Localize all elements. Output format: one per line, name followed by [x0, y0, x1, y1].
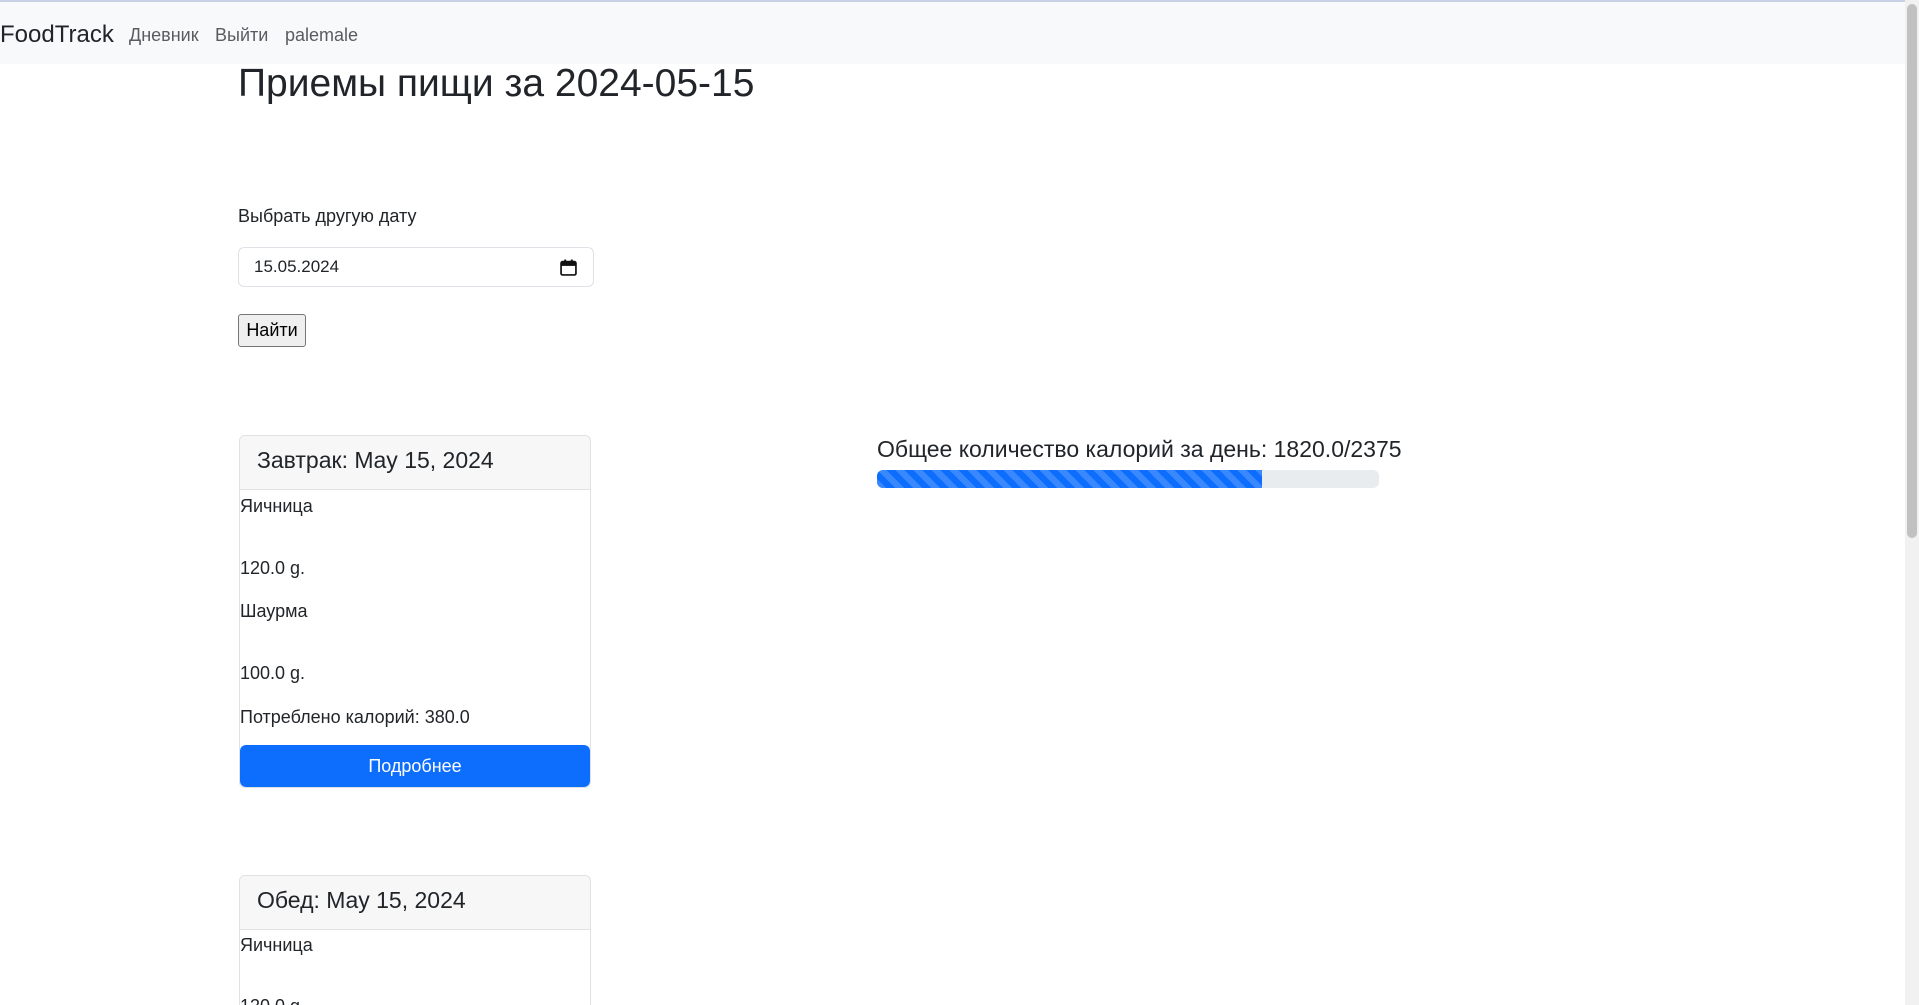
food-item-name: Яичница [240, 935, 313, 955]
meal-card-lunch: Обед: May 15, 2024 Яичница 120.0 g. [239, 875, 591, 1005]
calorie-progress-bar [877, 470, 1262, 488]
meal-card-header: Завтрак: May 15, 2024 [240, 436, 590, 490]
vertical-scrollbar[interactable] [1905, 0, 1919, 1005]
meal-card-breakfast: Завтрак: May 15, 2024 Яичница 120.0 g. Ш… [239, 435, 591, 788]
find-button[interactable]: Найти [238, 314, 306, 347]
page: FoodTrack Дневник Выйти palemale Приемы … [0, 0, 1919, 1005]
food-item-name: Шаурма [240, 601, 308, 621]
nav-link-logout[interactable]: Выйти [215, 24, 268, 46]
details-button[interactable]: Подробнее [240, 745, 590, 787]
calorie-progress [877, 470, 1379, 488]
calendar-icon[interactable] [560, 259, 577, 276]
scrollbar-thumb[interactable] [1907, 4, 1917, 538]
food-item-weight: 120.0 g. [240, 995, 305, 1005]
date-input-value: 15.05.2024 [254, 257, 340, 276]
navbar: FoodTrack Дневник Выйти palemale [0, 2, 1905, 64]
date-picker-label: Выбрать другую дату [238, 206, 417, 226]
food-item-name: Яичница [240, 496, 313, 516]
daily-calories-label: Общее количество калорий за день: 1820.0… [877, 436, 1402, 462]
meal-card-title: Завтрак: May 15, 2024 [257, 447, 494, 473]
nav-link-diary[interactable]: Дневник [129, 24, 199, 46]
brand-link[interactable]: FoodTrack [0, 21, 114, 49]
nav-link-username[interactable]: palemale [285, 24, 358, 46]
date-input[interactable]: 15.05.2024 [238, 247, 594, 287]
page-title: Приемы пищи за 2024-05-15 [238, 62, 755, 105]
food-item-weight: 100.0 g. [240, 663, 306, 683]
meal-card-title: Обед: May 15, 2024 [257, 887, 466, 913]
meal-calories: Потреблено калорий: 380.0 [240, 707, 470, 727]
food-item-weight: 120.0 g. [240, 558, 306, 578]
meal-card-header: Обед: May 15, 2024 [240, 876, 590, 930]
